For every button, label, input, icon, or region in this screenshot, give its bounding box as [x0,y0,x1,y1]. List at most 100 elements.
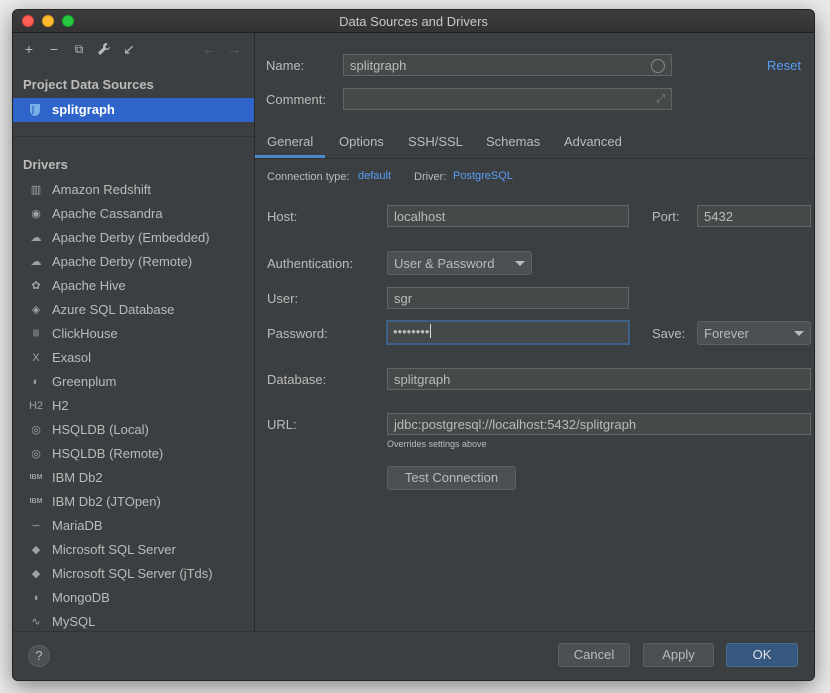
sidebar: + − ⧉ ↙ ← → Project Data Sources splitgr… [13,33,255,632]
comment-input[interactable]: ⤢ [343,88,672,110]
driver-item[interactable]: ☁ Apache Derby (Remote) [13,250,254,274]
apply-button[interactable]: Apply [643,643,714,667]
driver-icon: IBM [29,498,43,505]
wrench-icon[interactable] [96,39,112,59]
driver-item[interactable]: ∿ MySQL [13,610,254,632]
driver-label: IBM Db2 (JTOpen) [52,494,161,509]
driver-item[interactable]: ▥ Amazon Redshift [13,178,254,202]
url-label: URL: [267,417,297,432]
user-input[interactable]: sgr [387,287,629,309]
driver-item[interactable]: ☁ Apache Derby (Embedded) [13,226,254,250]
window-title: Data Sources and Drivers [339,14,488,29]
save-select-value: Forever [704,326,749,341]
driver-label: Apache Derby (Embedded) [52,230,210,245]
help-button[interactable]: ? [28,645,50,667]
driver-label: HSQLDB (Local) [52,422,149,437]
connection-type-label: Connection type: [267,171,350,183]
host-input[interactable]: localhost [387,205,629,227]
driver-label: Greenplum [52,374,117,389]
driver-item[interactable]: ∽ MariaDB [13,514,254,538]
copy-icon[interactable]: ⧉ [71,39,87,59]
driver-item[interactable]: ◎ HSQLDB (Local) [13,418,254,442]
driver-icon: ◐ [32,376,40,388]
postgresql-icon [30,104,40,116]
driver-icon: ◎ [31,424,41,436]
database-input[interactable]: splitgraph [387,368,811,390]
driver-item[interactable]: H2 H2 [13,394,254,418]
driver-label: Microsoft SQL Server (jTds) [52,566,213,581]
driver-item[interactable]: ◐ Greenplum [13,370,254,394]
authentication-label: Authentication: [267,256,354,271]
driver-icon: ▥ [30,184,42,196]
port-input[interactable]: 5432 [697,205,811,227]
url-hint: Overrides settings above [387,439,487,449]
driver-item[interactable]: ||| ClickHouse [13,322,254,346]
authentication-select[interactable]: User & Password [387,251,532,275]
sidebar-toolbar: + − ⧉ ↙ ← → [21,39,249,59]
ok-button[interactable]: OK [726,643,798,667]
driver-item[interactable]: IBM IBM Db2 (JTOpen) [13,490,254,514]
datasource-label: splitgraph [52,102,115,117]
driver-item[interactable]: ◉ Apache Cassandra [13,202,254,226]
driver-label: MariaDB [52,518,103,533]
driver-item[interactable]: X Exasol [13,346,254,370]
test-connection-button[interactable]: Test Connection [387,466,516,490]
driver-item[interactable]: ◖ MongoDB [13,586,254,610]
datasource-item-splitgraph[interactable]: splitgraph [13,98,254,122]
password-label: Password: [267,326,328,341]
driver-label: H2 [52,398,69,413]
driver-item[interactable]: ✿ Apache Hive [13,274,254,298]
save-select[interactable]: Forever [697,321,811,345]
name-input[interactable]: splitgraph [343,54,672,76]
driver-label: Apache Cassandra [52,206,163,221]
driver-item[interactable]: ◆ Microsoft SQL Server (jTds) [13,562,254,586]
driver-icon: H2 [28,400,44,412]
cancel-button[interactable]: Cancel [558,643,630,667]
title-bar: Data Sources and Drivers [13,10,814,33]
port-label: Port: [652,209,680,224]
driver-icon: ◖ [32,592,40,604]
database-label: Database: [267,372,327,387]
project-data-sources-title: Project Data Sources [23,77,154,92]
clear-circle-icon[interactable] [651,59,665,73]
chevron-down-icon [794,331,804,336]
tab-advanced[interactable]: Advanced [564,134,622,149]
driver-label: MySQL [52,614,96,629]
driver-label: Driver: [414,171,447,183]
driver-item[interactable]: ◎ HSQLDB (Remote) [13,442,254,466]
driver-item[interactable]: ◆ Microsoft SQL Server [13,538,254,562]
remove-icon[interactable]: − [46,39,62,59]
driver-icon: ∽ [31,520,41,532]
connection-type-link[interactable]: default [358,170,391,182]
tab-bar: General Options SSH/SSL Schemas Advanced [254,128,814,159]
driver-item[interactable]: IBM IBM Db2 [13,466,254,490]
url-input[interactable]: jdbc:postgresql://localhost:5432/splitgr… [387,413,811,435]
sidebar-divider [13,136,254,137]
text-caret [430,324,432,338]
driver-icon: ◎ [31,448,41,460]
goto-icon[interactable]: ↙ [121,39,137,59]
footer-bar: ? Cancel Apply OK [13,631,814,680]
driver-icon: IBM [29,474,43,481]
expand-icon[interactable]: ⤢ [656,93,665,106]
driver-label: Amazon Redshift [52,182,151,197]
back-icon[interactable]: ← [201,39,217,59]
reset-link[interactable]: Reset [767,58,801,73]
driver-item[interactable]: ◈ Azure SQL Database [13,298,254,322]
password-input[interactable]: •••••••• [386,320,630,345]
driver-icon: ◆ [31,544,41,556]
add-icon[interactable]: + [21,39,37,59]
tab-schemas[interactable]: Schemas [486,134,540,149]
forward-icon[interactable]: → [226,39,242,59]
tab-ssh-ssl[interactable]: SSH/SSL [408,134,463,149]
tab-general[interactable]: General [254,134,326,158]
tab-options[interactable]: Options [339,134,384,149]
driver-label: Azure SQL Database [52,302,175,317]
authentication-select-value: User & Password [394,256,495,271]
dialog-window: Data Sources and Drivers + − ⧉ ↙ ← → Pro… [12,9,815,681]
driver-label: HSQLDB (Remote) [52,446,164,461]
driver-label: Apache Hive [52,278,126,293]
driver-link[interactable]: PostgreSQL [453,170,513,182]
driver-icon: ✿ [31,280,41,292]
driver-icon: X [32,352,40,364]
